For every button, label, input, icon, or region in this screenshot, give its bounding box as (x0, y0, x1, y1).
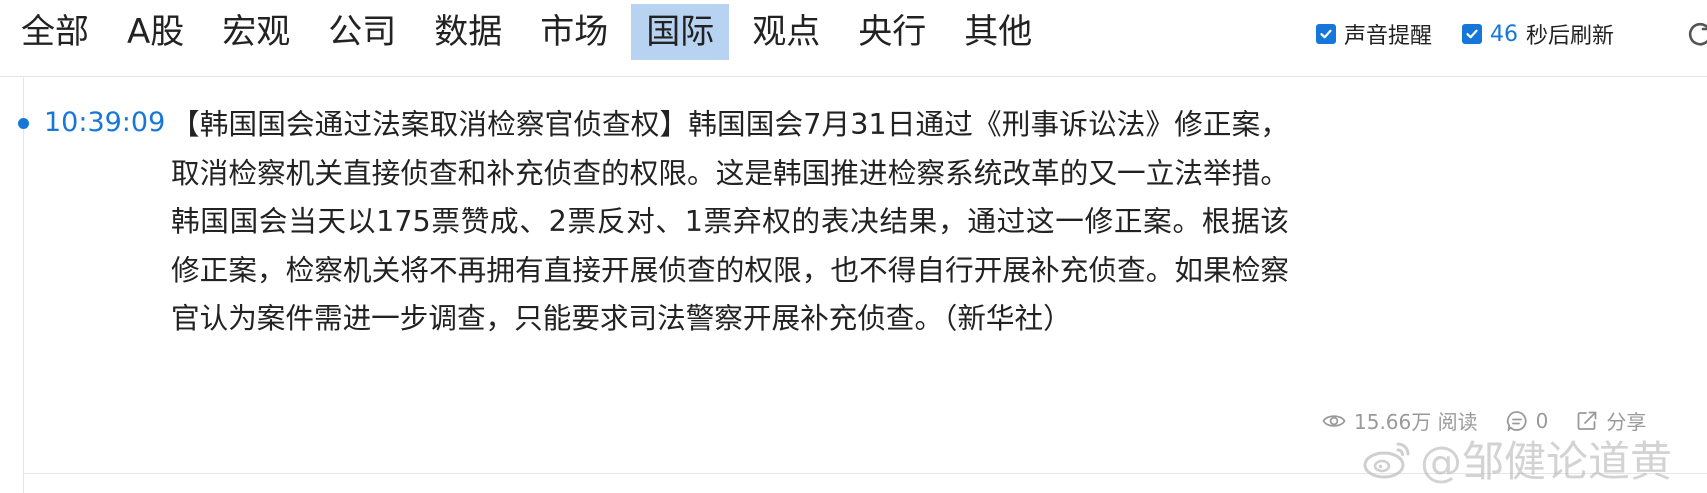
auto-refresh-checkbox[interactable] (1462, 24, 1483, 44)
comment-count: 0 (1535, 408, 1549, 433)
sound-alert-label: 声音提醒 (1344, 24, 1433, 49)
watermark: @邹健论道黄 (1362, 428, 1672, 489)
refresh-icon[interactable] (1686, 20, 1707, 48)
share-icon (1577, 411, 1597, 430)
category-tabs: 全部 A股 宏观 公司 数据 市场 国际 观点 央行 其他 (6, 4, 1055, 60)
tab-market[interactable]: 市场 (525, 4, 623, 60)
sound-alert-toggle[interactable]: 声音提醒 (1316, 18, 1432, 50)
tab-all[interactable]: 全部 (6, 4, 104, 60)
tab-central-bank[interactable]: 央行 (843, 4, 941, 60)
comment-button[interactable]: 0 (1506, 408, 1549, 433)
tab-data[interactable]: 数据 (419, 4, 517, 60)
tab-a-shares[interactable]: A股 (112, 4, 199, 60)
share-label: 分享 (1606, 410, 1647, 434)
feed-controls: 声音提醒 46 秒后刷新 (1316, 14, 1614, 54)
tab-company[interactable]: 公司 (313, 4, 411, 60)
top-bar: 全部 A股 宏观 公司 数据 市场 国际 观点 央行 其他 声音提醒 46 秒后… (0, 0, 1707, 77)
auto-refresh-label: 秒后刷新 (1526, 24, 1615, 49)
views-count: 15.66万 阅读 (1354, 410, 1478, 434)
item-divider (24, 473, 1707, 474)
news-content: 【韩国国会通过法案取消检察官侦查权】韩国国会7月31日通过《刑事诉讼法》修正案，… (171, 107, 1289, 335)
tab-other[interactable]: 其他 (949, 4, 1047, 60)
tab-macro[interactable]: 宏观 (207, 4, 305, 60)
watermark-text: @邹健论道黄 (1420, 437, 1673, 486)
comment-icon (1506, 410, 1527, 431)
timeline-dot (18, 118, 29, 129)
news-stats: 15.66万 阅读 0 分享 (1322, 406, 1646, 435)
views-stat: 15.66万 阅读 (1322, 406, 1478, 435)
share-button[interactable]: 分享 (1576, 406, 1646, 435)
auto-refresh-toggle[interactable]: 46 秒后刷新 (1462, 18, 1614, 50)
tab-international[interactable]: 国际 (631, 4, 730, 60)
eye-icon (1322, 414, 1346, 427)
news-time: 10:39:09 (44, 107, 166, 138)
refresh-countdown: 46 (1490, 21, 1519, 47)
timeline-line (23, 77, 24, 493)
tab-opinion[interactable]: 观点 (737, 4, 835, 60)
sound-alert-checkbox[interactable] (1316, 24, 1336, 44)
